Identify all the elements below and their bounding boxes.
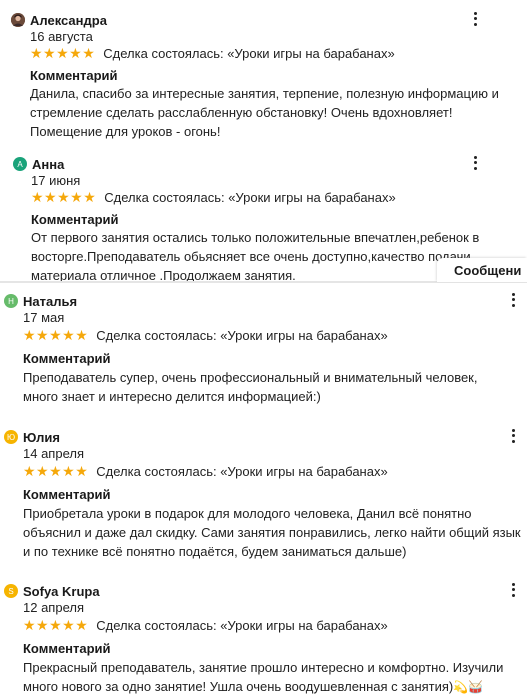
avatar-letter: Н xyxy=(8,296,14,306)
deal-status: Сделка состоялась: «Уроки игры на бараба… xyxy=(104,189,396,205)
comment-label: Комментарий xyxy=(30,68,118,83)
avatar-letter: А xyxy=(17,159,23,169)
reviewer-name: Наталья xyxy=(23,293,78,309)
comment-label: Комментарий xyxy=(23,351,111,366)
avatar: А xyxy=(13,157,27,171)
rating-stars: ★★★★★ xyxy=(31,188,97,205)
messages-tab-label: Сообщени xyxy=(454,262,522,278)
deal-status: Сделка состоялась: «Уроки игры на бараба… xyxy=(103,45,395,61)
deal-status: Сделка состоялась: «Уроки игры на бараба… xyxy=(96,327,388,343)
reviewer-name: Александра xyxy=(30,12,107,28)
avatar: Ю xyxy=(4,430,18,444)
emoji-drum-icon: 💫🥁 xyxy=(453,680,484,694)
comment-label: Комментарий xyxy=(23,487,111,502)
review-date: 17 июня xyxy=(31,173,81,188)
reviewer-name: Sofya Krupa xyxy=(23,583,100,599)
avatar: Н xyxy=(4,294,18,308)
comment-label: Комментарий xyxy=(31,212,119,227)
more-options-icon[interactable] xyxy=(509,582,517,598)
avatar: S xyxy=(4,584,18,598)
comment-text: Преподаватель супер, очень профессиональ… xyxy=(23,370,478,404)
reviewer-name: Юлия xyxy=(23,429,60,445)
review-date: 14 апреля xyxy=(23,446,84,461)
messages-tab[interactable]: Сообщени xyxy=(437,258,527,282)
comment-text: Приобретала уроки в подарок для молодого… xyxy=(23,506,521,559)
more-options-icon[interactable] xyxy=(471,155,479,171)
comment-label: Комментарий xyxy=(23,641,111,656)
rating-stars: ★★★★★ xyxy=(23,462,89,479)
more-options-icon[interactable] xyxy=(471,11,479,27)
rating-stars: ★★★★★ xyxy=(30,44,96,61)
reviewer-name: Анна xyxy=(32,156,65,172)
deal-status: Сделка состоялась: «Уроки игры на бараба… xyxy=(96,617,388,633)
deal-status: Сделка состоялась: «Уроки игры на бараба… xyxy=(96,463,388,479)
avatar-photo-icon xyxy=(11,13,25,27)
rating-stars: ★★★★★ xyxy=(23,616,89,633)
review-date: 17 мая xyxy=(23,310,65,325)
review-date: 16 августа xyxy=(30,29,93,44)
rating-stars: ★★★★★ xyxy=(23,326,89,343)
review-date: 12 апреля xyxy=(23,600,84,615)
avatar-letter: Ю xyxy=(6,432,16,442)
more-options-icon[interactable] xyxy=(509,292,517,308)
avatar-letter: S xyxy=(8,586,14,596)
comment-text: Данила, спасибо за интересные занятия, т… xyxy=(30,86,499,139)
comment-text: Прекрасный преподаватель, занятие прошло… xyxy=(23,660,504,694)
avatar-photo xyxy=(11,13,25,27)
more-options-icon[interactable] xyxy=(509,428,517,444)
